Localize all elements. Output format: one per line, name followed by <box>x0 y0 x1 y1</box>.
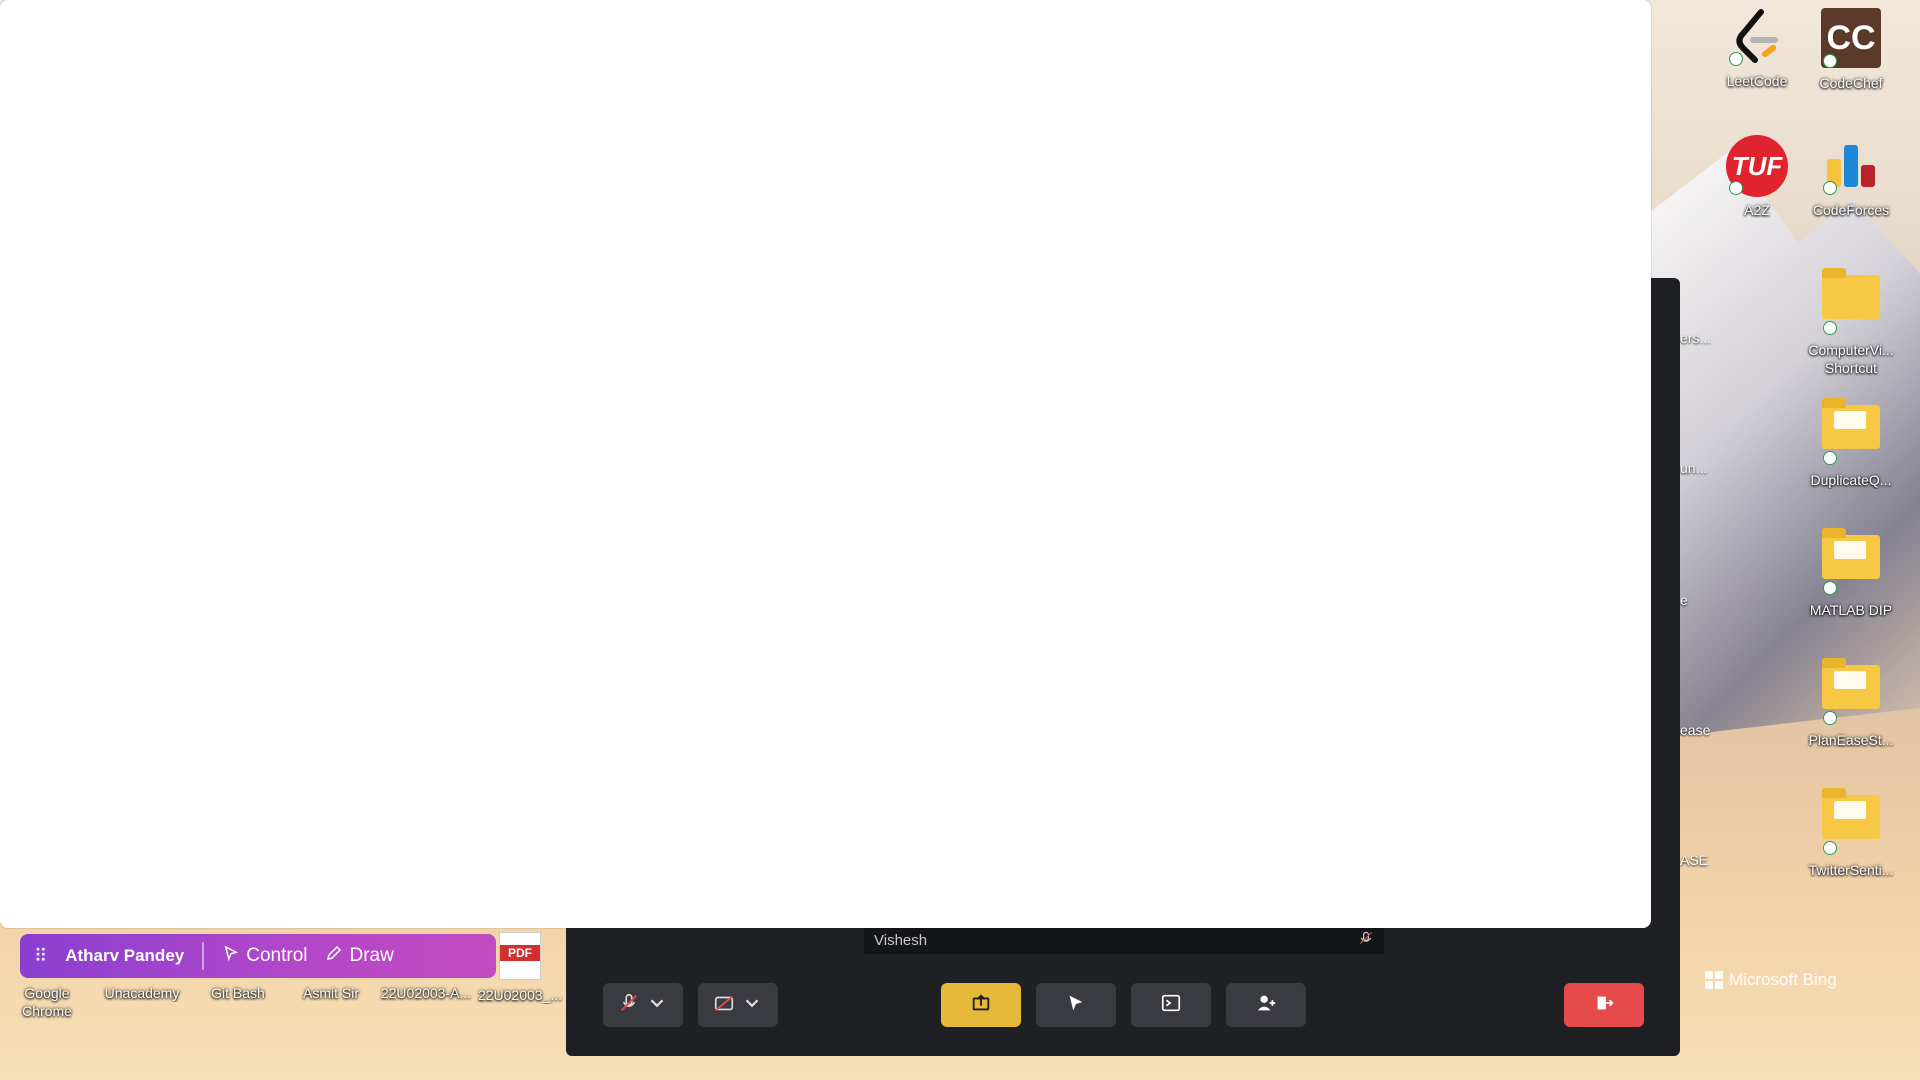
mic-muted-icon <box>618 992 640 1019</box>
icon-label: DuplicateQ... <box>1810 472 1892 488</box>
leave-icon <box>1593 992 1615 1019</box>
draw-button[interactable]: Draw <box>325 944 394 968</box>
divider <box>202 942 205 970</box>
desktop-icon-computervi[interactable]: ComputerVi... Shortcut <box>1803 265 1899 377</box>
share-screen-icon <box>970 992 992 1019</box>
icon-label: TwitterSenti... <box>1808 862 1894 878</box>
terminal-button[interactable] <box>1131 983 1211 1027</box>
icon-label: PlanEaseSt... <box>1808 732 1894 748</box>
add-participant-button[interactable] <box>1226 983 1306 1027</box>
folder-icon <box>1819 788 1883 859</box>
add-user-icon <box>1255 992 1277 1019</box>
camera-off-icon <box>713 992 735 1019</box>
chevron-down-icon[interactable] <box>741 992 763 1019</box>
icon-label: 22U02003-A... <box>380 985 472 1001</box>
desktop-icon-matlabdip[interactable]: MATLAB DIP <box>1803 525 1899 619</box>
camera-toggle-button[interactable] <box>698 983 778 1027</box>
icon-label: 22U02003_... <box>477 987 563 1003</box>
desktop: Microsoft Bing LeetCode CC CodeChef TUF … <box>0 0 1920 1080</box>
controller-name: Atharv Pandey <box>65 946 185 965</box>
desktop-icon-duplicateq[interactable]: DuplicateQ... <box>1803 395 1899 489</box>
drag-handle-icon[interactable]: ⠿ <box>34 946 47 967</box>
desktop-icon-a2z[interactable]: TUF A2Z <box>1709 135 1805 219</box>
control-label: Control <box>246 945 308 966</box>
codechef-icon: CC <box>1819 8 1883 72</box>
folder-shortcut-icon <box>1819 268 1883 339</box>
pointer-button[interactable] <box>1036 983 1116 1027</box>
folder-icon <box>1819 528 1883 599</box>
desktop-icon-leetcode[interactable]: LeetCode <box>1709 6 1805 90</box>
icon-label: Asmit Sir <box>303 985 359 1001</box>
share-screen-button[interactable] <box>941 983 1021 1027</box>
icon-label: Unacademy <box>104 985 180 1001</box>
icon-label: Google Chrome <box>22 985 72 1019</box>
icon-label: A2Z <box>1744 202 1770 218</box>
icon-label: Git Bash <box>211 985 265 1001</box>
mic-muted-icon <box>1358 930 1374 950</box>
tuf-icon: TUF <box>1725 135 1789 199</box>
participant-name-chip: Vishesh <box>864 926 1384 954</box>
microsoft-bing-watermark: Microsoft Bing <box>1705 970 1837 990</box>
leave-button[interactable] <box>1564 983 1644 1027</box>
partial-label: e <box>1680 592 1688 608</box>
desktop-icon-codechef[interactable]: CC CodeChef <box>1803 6 1899 92</box>
desktop-icon-codeforces[interactable]: CodeForces <box>1803 135 1899 219</box>
cursor-icon <box>222 944 240 968</box>
microsoft-logo-icon <box>1705 971 1723 989</box>
mic-toggle-button[interactable] <box>603 983 683 1027</box>
bing-text: Microsoft Bing <box>1729 970 1837 989</box>
desktop-icon-planease[interactable]: PlanEaseSt... <box>1803 655 1899 749</box>
codeforces-icon <box>1819 135 1883 199</box>
participant-name: Vishesh <box>874 931 928 949</box>
cursor-arrow-icon <box>1065 992 1087 1019</box>
desktop-icon-twittersenti[interactable]: TwitterSenti... <box>1803 785 1899 879</box>
folder-icon <box>1819 398 1883 469</box>
blank-window[interactable] <box>0 0 1651 928</box>
partial-label: ASE <box>1680 852 1709 868</box>
icon-label: LeetCode <box>1726 73 1788 89</box>
partial-label: ers... <box>1680 330 1712 346</box>
partial-label: un... <box>1680 460 1708 476</box>
control-button[interactable]: Control <box>222 944 307 968</box>
partial-label: ease <box>1680 722 1711 738</box>
remote-control-toolbar: ⠿ Atharv Pandey Control Draw <box>20 934 496 978</box>
leetcode-icon <box>1725 6 1789 70</box>
draw-label: Draw <box>349 945 394 966</box>
pdf-icon: PDF <box>488 932 552 984</box>
icon-label: CodeForces <box>1812 202 1890 218</box>
chevron-down-icon[interactable] <box>646 992 668 1019</box>
icon-label: CodeChef <box>1819 75 1883 91</box>
icon-label: ComputerVi... Shortcut <box>1808 342 1894 376</box>
terminal-icon <box>1160 992 1182 1019</box>
icon-label: MATLAB DIP <box>1809 602 1893 618</box>
folder-icon <box>1819 658 1883 729</box>
pencil-icon <box>325 944 343 968</box>
